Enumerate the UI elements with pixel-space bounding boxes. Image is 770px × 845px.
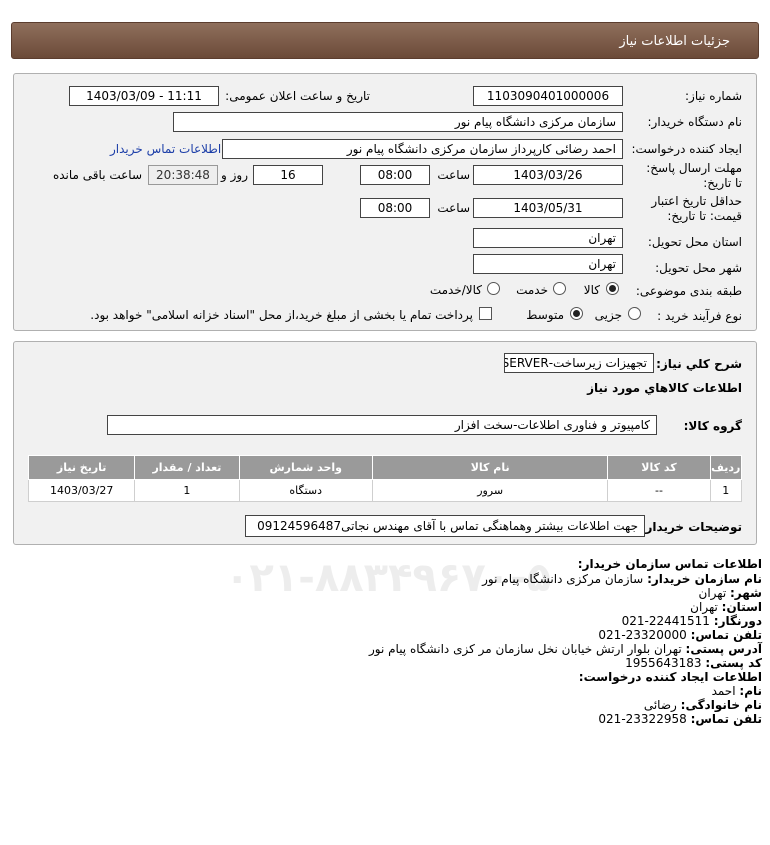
- contact-fax-row: دورنگار: 22441511-021: [622, 614, 762, 628]
- need-number-label: شماره نیاز:: [685, 89, 742, 103]
- contact-phone-label: تلفن تماس:: [690, 628, 762, 642]
- buyer-notes-field: جهت اطلاعات بیشتر وهماهنگی تماس با آقای …: [245, 515, 645, 537]
- validity-time-label: ساعت: [437, 201, 470, 215]
- contact-address-label: آدرس پستی:: [685, 642, 762, 656]
- need-number-field: 1103090401000006: [473, 86, 623, 106]
- deadline-time-field: 08:00: [360, 165, 430, 185]
- contact-address: تهران بلوار ارتش خیابان نخل سازمان مر کز…: [368, 642, 682, 656]
- province-label: استان محل تحویل:: [647, 235, 742, 249]
- buyer-contact-link[interactable]: اطلاعات تماس خریدار: [110, 142, 221, 156]
- buyer-org-field: سازمان مرکزی دانشگاه پیام نور: [173, 112, 623, 132]
- contact-city: تهران: [698, 586, 727, 600]
- city-field: تهران: [473, 254, 623, 274]
- contact-phone: 23320000-021: [598, 628, 687, 642]
- announce-label: تاریخ و ساعت اعلان عمومی:: [225, 89, 370, 103]
- description-label: شرح کلي نياز:: [656, 357, 742, 371]
- creator-name: احمد: [711, 684, 736, 698]
- contact-postal: 1955643183: [625, 656, 702, 670]
- contact-city-row: شهر: تهران: [699, 586, 762, 600]
- cell-qty: 1: [134, 479, 240, 502]
- creator-name-label: نام:: [739, 684, 762, 698]
- goods-info-heading: اطلاعات کالاهاي مورد نياز: [587, 381, 742, 395]
- cell-date: 1403/03/27: [27, 479, 136, 502]
- cell-unit: دستگاه: [238, 479, 373, 502]
- creator-name-row: نام: احمد: [712, 684, 762, 698]
- contact-phone-row: تلفن تماس: 23320000-021: [598, 628, 762, 642]
- category-label: طبقه بندی موضوعی:: [635, 284, 742, 298]
- remaining-time-field: 20:38:48: [148, 165, 218, 185]
- creator-phone: 23322958-021: [598, 712, 687, 726]
- category-service-label: خدمت: [516, 283, 548, 297]
- creator-info-title: اطلاعات ایجاد کننده درخواست:: [578, 670, 762, 684]
- contact-org-label: نام سازمان خریدار:: [647, 572, 762, 586]
- contact-org: سازمان مرکزی دانشگاه پیام نور: [482, 572, 644, 586]
- category-goods-service-label: کالا/خدمت: [429, 283, 482, 297]
- col-unit: واحد شمارش: [238, 455, 373, 480]
- days-field: 16: [253, 165, 323, 185]
- col-date: تاریخ نیاز: [27, 455, 136, 480]
- process-label: نوع فرآیند خرید :: [657, 309, 742, 323]
- validity-label: حداقل تاریخ اعتبار قیمت: تا تاریخ:: [651, 194, 742, 223]
- treasury-checkbox[interactable]: [479, 307, 492, 320]
- creator-field: احمد رضائی کارپرداز سازمان مرکزی دانشگاه…: [222, 139, 623, 159]
- category-radio-service[interactable]: [553, 282, 566, 295]
- contact-province-label: استان:: [721, 600, 762, 614]
- category-radio-goods[interactable]: [606, 282, 619, 295]
- payment-note: پرداخت تمام یا بخشی از مبلغ خرید،از محل …: [90, 308, 473, 322]
- cell-name: سرور: [371, 479, 609, 502]
- remaining-label: ساعت باقی مانده: [52, 168, 142, 182]
- deadline-date-field: 1403/03/26: [473, 165, 623, 185]
- creator-phone-label: تلفن تماس:: [690, 712, 762, 726]
- cell-code: --: [607, 479, 711, 502]
- goods-group-label: گروه کالا:: [683, 419, 742, 433]
- announce-field: 1403/03/09 - 11:11: [69, 86, 219, 106]
- contact-title: اطلاعات تماس سازمان خریدار:: [577, 557, 762, 571]
- creator-phone-row: تلفن تماس: 23322958-021: [598, 712, 762, 726]
- contact-fax: 22441511-021: [621, 614, 710, 628]
- contact-postal-row: کد پستی: 1955643183: [625, 656, 762, 670]
- category-radio-goods-service[interactable]: [487, 282, 500, 295]
- goods-table-header: ردیف کد کالا نام کالا واحد شمارش تعداد /…: [27, 455, 743, 480]
- validity-date-field: 1403/05/31: [473, 198, 623, 218]
- page-title: جزئیات اطلاعات نیاز: [619, 34, 730, 49]
- creator-label: ایجاد کننده درخواست:: [631, 142, 742, 156]
- deadline-time-label: ساعت: [437, 168, 470, 182]
- creator-family-row: نام خانوادگی: رضائی: [644, 698, 762, 712]
- col-qty: تعداد / مقدار: [134, 455, 240, 480]
- contact-address-row: آدرس پستی: تهران بلوار ارتش خیابان نخل س…: [369, 642, 762, 656]
- days-label: روز و: [221, 168, 248, 182]
- process-radio-minor[interactable]: [628, 307, 641, 320]
- col-name: نام کالا: [371, 455, 609, 480]
- description-field: تجهیزات زیرساخت-SERVER: [504, 353, 654, 373]
- col-row: ردیف: [709, 455, 743, 480]
- contact-province: تهران: [690, 600, 718, 614]
- process-radio-medium[interactable]: [570, 307, 583, 320]
- buyer-notes-label: توضیحات خریدار:: [640, 520, 742, 534]
- buyer-org-label: نام دستگاه خریدار:: [647, 115, 743, 129]
- contact-postal-label: کد پستی:: [705, 656, 762, 670]
- contact-fax-label: دورنگار:: [713, 614, 762, 628]
- province-field: تهران: [473, 228, 623, 248]
- creator-family: رضائی: [643, 698, 677, 712]
- cell-row: 1: [709, 479, 743, 502]
- category-goods-label: کالا: [583, 283, 600, 297]
- goods-group-field: کامپیوتر و فناوری اطلاعات-سخت افزار: [107, 415, 657, 435]
- table-row: 1 -- سرور دستگاه 1 1403/03/27: [27, 479, 743, 502]
- contact-org-row: نام سازمان خریدار: سازمان مرکزی دانشگاه …: [482, 572, 762, 586]
- goods-table: ردیف کد کالا نام کالا واحد شمارش تعداد /…: [27, 455, 743, 502]
- validity-time-field: 08:00: [360, 198, 430, 218]
- contact-city-label: شهر:: [730, 586, 762, 600]
- creator-family-label: نام خانوادگی:: [680, 698, 762, 712]
- contact-province-row: استان: تهران: [690, 600, 762, 614]
- page-header: جزئیات اطلاعات نیاز: [11, 22, 759, 59]
- deadline-label: مهلت ارسال پاسخ: تا تاریخ:: [646, 161, 742, 190]
- city-label: شهر محل تحویل:: [655, 261, 742, 275]
- process-medium-label: متوسط: [526, 308, 564, 322]
- col-code: کد کالا: [607, 455, 711, 480]
- process-minor-label: جزیی: [594, 308, 622, 322]
